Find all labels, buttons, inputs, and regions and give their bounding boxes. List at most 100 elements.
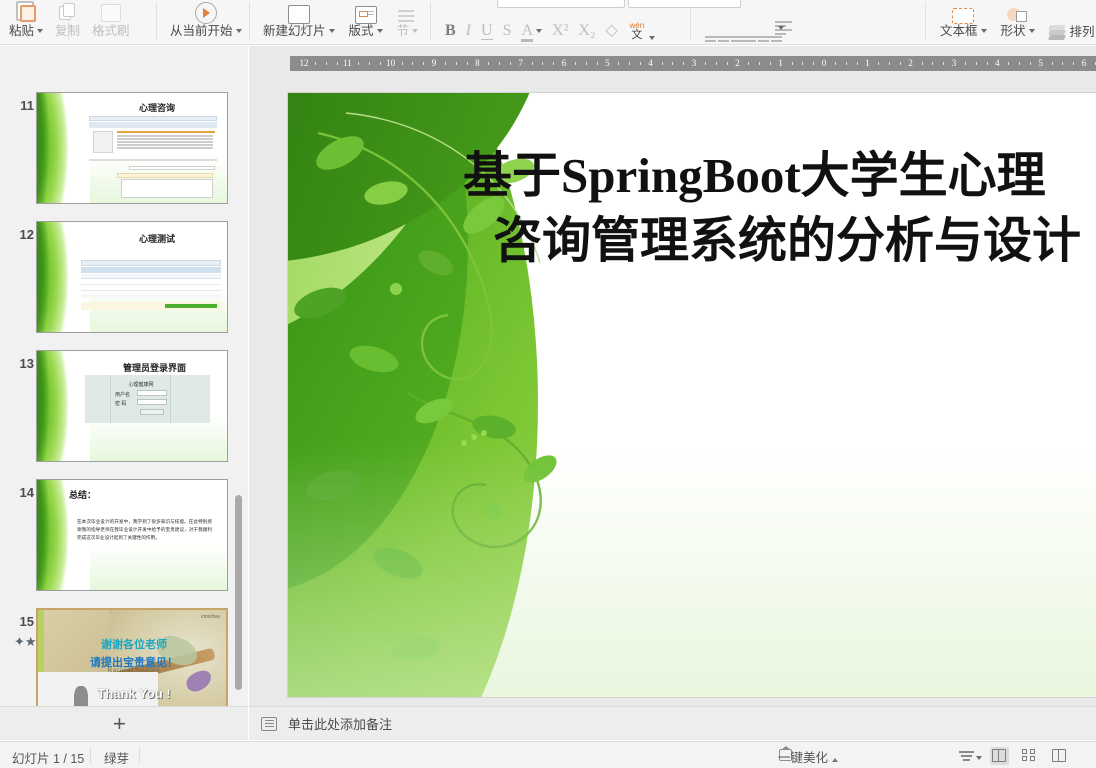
ruler-tick-label: 8 <box>475 58 480 68</box>
copy-icon <box>58 3 77 22</box>
ruler-tick <box>975 62 977 65</box>
layout-button[interactable]: 版式 <box>344 0 388 44</box>
section-button[interactable]: 节 <box>392 0 424 44</box>
ruler-tick <box>921 62 923 65</box>
thumbnail-panel-scrollbar[interactable] <box>235 495 242 690</box>
format-brush-button[interactable]: 格式刷 <box>87 0 135 44</box>
italic-button[interactable]: I <box>461 0 476 44</box>
format-brush-label: 格式刷 <box>92 24 130 38</box>
align-right-button[interactable] <box>720 0 742 44</box>
textbox-icon <box>952 8 975 24</box>
status-divider <box>90 747 91 764</box>
ruler-tick-label: 1 <box>865 58 870 68</box>
ruler-tick <box>672 62 674 65</box>
arrange-button[interactable]: 排列 <box>1044 0 1096 44</box>
strikethrough-button[interactable]: S <box>498 0 517 44</box>
ruler-tick <box>986 62 988 65</box>
bold-button[interactable]: B <box>440 0 461 44</box>
ruler-tick <box>683 62 685 65</box>
ruler-tick-label: 2 <box>908 58 913 68</box>
normal-view-button[interactable] <box>990 747 1009 765</box>
new-slide-button[interactable]: 新建幻灯片 <box>258 0 340 44</box>
ruler-tick-label: 7 <box>518 58 523 68</box>
pinyin-guide-icon: wén 文 <box>628 22 646 41</box>
login-username-label: 用户名 <box>115 392 131 398</box>
thumbnail-slide-15[interactable]: innisfree 谢谢各位老师 请提出宝贵意见！ Natural beauty… <box>36 608 228 706</box>
ruler-tick <box>759 62 760 65</box>
ruler-tick <box>899 62 901 65</box>
align-justify-button[interactable] <box>730 0 752 44</box>
ruler-tick-label: 6 <box>561 58 567 68</box>
ruler-tick <box>379 62 381 65</box>
slide-thumbnail-panel[interactable]: 11 心理咨询 12 心理测试 13 管理员登录界面 心理健康网 用户名 密 码… <box>0 90 248 706</box>
add-slide-bar[interactable]: + <box>0 706 248 740</box>
thumbnail-slide-12[interactable]: 心理测试 <box>36 221 228 333</box>
slide-title-text[interactable]: 基于SpringBoot大学生心理 咨询管理系统的分析与设计 <box>463 143 1096 274</box>
paragraph-spacing-button[interactable] <box>760 0 782 44</box>
shape-label: 形状 <box>1000 24 1026 38</box>
paste-icon <box>14 1 38 23</box>
textbox-button[interactable]: 文本框 <box>935 0 992 44</box>
font-color-button[interactable]: A <box>516 0 547 44</box>
ruler-tick-label: 5 <box>605 58 610 68</box>
ruler-tick <box>726 62 728 65</box>
play-from-current-button[interactable]: 从当前开始 <box>165 0 247 44</box>
add-slide-icon[interactable]: + <box>113 713 126 735</box>
section-icon <box>398 8 416 24</box>
line-spacing-button[interactable] <box>750 0 772 44</box>
underline-button[interactable]: U <box>476 0 498 44</box>
ruler-tick-label: 9 <box>431 58 437 68</box>
ribbon-separator <box>156 2 157 40</box>
ruler-tick-label: 10 <box>386 58 396 68</box>
indent-button[interactable] <box>740 0 762 44</box>
notes-placeholder[interactable]: 单击此处添加备注 <box>288 714 392 733</box>
ruler-tick <box>1062 62 1064 65</box>
ribbon-group-slides: 新建幻灯片 版式 节 <box>258 0 424 44</box>
layout-label: 版式 <box>348 24 374 38</box>
thumbnail-number: 13 <box>19 356 34 371</box>
thumbnail-body: 在本次毕业设计的开发中，我学到了很多知识与技能。在此特别感谢我的指导老师在我毕业… <box>77 519 212 540</box>
align-left-button[interactable] <box>700 0 722 44</box>
ruler-tick <box>531 62 533 65</box>
clear-format-button[interactable]: ◇ <box>601 0 623 44</box>
thumbnail-slide-13[interactable]: 管理员登录界面 心理健康网 用户名 密 码 <box>36 350 228 462</box>
slide-sorter-button[interactable] <box>1020 747 1039 765</box>
play-from-current-icon <box>194 2 217 24</box>
thumbnail-slide-11[interactable]: 心理咨询 <box>36 92 228 204</box>
strikethrough-icon: S <box>502 22 512 39</box>
bold-icon: B <box>445 22 456 39</box>
ruler-tick <box>661 62 663 65</box>
copy-button[interactable]: 复制 <box>50 0 85 44</box>
text-direction-button[interactable] <box>770 0 792 44</box>
ruler-tick-label: 6 <box>1081 58 1087 68</box>
ruler-tick <box>336 62 338 65</box>
shape-button[interactable]: 形状 <box>996 0 1040 44</box>
paste-button[interactable]: 粘贴 <box>4 0 48 44</box>
superscript-button[interactable]: X² <box>547 0 573 44</box>
ribbon-group-clipboard: 粘贴 复制 格式刷 <box>4 0 135 44</box>
align-center-button[interactable] <box>710 0 732 44</box>
slide-counter[interactable]: 幻灯片 1 / 15 <box>12 748 84 767</box>
ruler-tick <box>444 62 446 65</box>
horizontal-ruler[interactable]: 12 11 10 9 8 7 6 5 4 3 2 1 0 1 2 3 4 5 6 <box>290 56 1096 71</box>
ruler-tick <box>856 62 858 65</box>
slide-panel-tabbar: « 大纲 幻灯片 <box>0 46 248 127</box>
subscript-button[interactable]: X₂ <box>573 0 600 44</box>
ribbon-group-slideshow: 从当前开始 <box>165 0 247 44</box>
slide-editor-area[interactable]: 1211109876543210123456 <box>249 46 1096 706</box>
title-part-latin: SpringBoot <box>561 148 801 203</box>
theme-name[interactable]: 绿芽 <box>104 748 129 767</box>
ruler-tick <box>1019 62 1020 65</box>
slide-canvas[interactable]: 基于SpringBoot大学生心理 咨询管理系统的分析与设计 <box>288 93 1096 697</box>
pinyin-guide-button[interactable]: wén 文 <box>623 0 660 44</box>
reading-view-button[interactable] <box>1050 747 1069 765</box>
beautify-button[interactable]: 一键美化 <box>778 747 839 766</box>
ruler-tick-label: 11 <box>342 58 352 68</box>
outline-view-button[interactable] <box>958 747 982 765</box>
ruler-tick <box>813 62 815 65</box>
thumbnail-slide-14[interactable]: 总结： 在本次毕业设计的开发中，我学到了很多知识与技能。在此特别感谢我的指导老师… <box>36 479 228 591</box>
notes-pane[interactable]: 单击此处添加备注 <box>249 706 1096 740</box>
new-slide-label: 新建幻灯片 <box>263 24 326 38</box>
ruler-tick-label: 5 <box>1038 58 1043 68</box>
ruler-tick <box>509 62 511 65</box>
